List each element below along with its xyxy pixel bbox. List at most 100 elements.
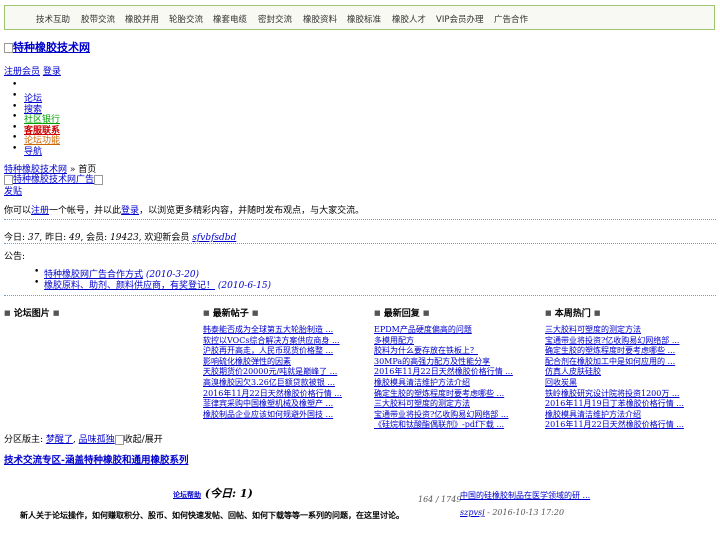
list-item[interactable]: 确定生胶的塑炼程度时要考虑哪些 ... [374, 389, 513, 400]
list-item[interactable]: 铁岭橡胶研究设计院将投资1200万 ... [545, 389, 684, 400]
divider [4, 219, 716, 220]
list-item[interactable]: 宝通带业将投资?亿收购易幻网络部 ... [545, 336, 684, 347]
topnav-link[interactable]: 橡套电缆 [213, 13, 247, 25]
list-item[interactable]: 高溴橡胶因欠3.26亿巨额贷款被银 ... [203, 378, 342, 389]
ad-alt-text[interactable]: 特种橡胶技术网广告 [13, 175, 94, 185]
section-label: 最新回复 [383, 309, 420, 319]
list-item[interactable]: 《硅烷和钛酸酯偶联剂》-pdf下载 ... [374, 420, 513, 431]
zone-title-link[interactable]: 技术交流专区-涵盖特种橡胶和通用橡胶系列 [4, 455, 188, 466]
login-link[interactable]: 登录 [121, 206, 139, 216]
section-title-hot: ■ 本周热门 ■ [545, 306, 601, 319]
last-post-date: - 2016-10-13 17:20 [484, 508, 565, 517]
list-item[interactable]: 天胶期货价20000元/吨就是巅峰了 ... [203, 367, 342, 378]
square-icon: ■ [251, 308, 259, 317]
list-item[interactable]: 30MPa的高强力配方及性能分享 [374, 357, 513, 368]
forum-name-row: 论坛帮助 (今日: 1) [173, 485, 253, 501]
list-item[interactable]: 三大胶料可塑度的测定方法 [545, 325, 684, 336]
register-link[interactable]: 注册会员 [4, 67, 40, 77]
last-post-link[interactable]: 中国的硅橡胶制品在医学领域的研 ... [460, 491, 590, 500]
collapse-toggle[interactable]: 收起/展开 [124, 435, 163, 445]
list-item[interactable]: 橡胶模具清洁维护方法介绍 [374, 378, 513, 389]
topnav-link[interactable]: 橡胶人才 [392, 13, 426, 25]
square-icon: ■ [545, 308, 552, 317]
topnav-link[interactable]: 技术互助 [36, 13, 70, 25]
moderator-link[interactable]: 品味孤独 [79, 435, 115, 445]
forum-name-link[interactable]: 论坛帮助 [173, 490, 201, 499]
list-item[interactable]: 2016年11月22日天然橡胶价格行情 ... [545, 420, 684, 431]
empty-bullet: • [12, 80, 18, 90]
list-item[interactable]: 仿真人皮肤硅胶 [545, 367, 684, 378]
topnav-link[interactable]: 密封交流 [258, 13, 292, 25]
zone-title: 技术交流专区-涵盖特种橡胶和通用橡胶系列 [4, 452, 188, 466]
last-post-meta: szpvsj - 2016-10-13 17:20 [460, 508, 564, 517]
login-link[interactable]: 登录 [43, 67, 61, 77]
list-item[interactable]: 配合剂在橡胶加工中是如何应用的 ... [545, 357, 684, 368]
list-item[interactable]: 宝通带业将投资?亿收购易幻网络部 ... [374, 410, 513, 421]
list-item[interactable]: EPDM产品硬度偏高的问题 [374, 325, 513, 336]
stats-label: 今日: [4, 233, 28, 243]
list-item[interactable]: 多模用配方 [374, 336, 513, 347]
register-link[interactable]: 注册 [31, 206, 49, 216]
broken-image-icon [4, 43, 13, 53]
site-logo[interactable]: 特种橡胶技术网 [4, 39, 90, 55]
hot-list: 三大胶料可塑度的测定方法 宝通带业将投资?亿收购易幻网络部 ... 确定生胶的塑… [545, 325, 684, 431]
welcome-text: 一个帐号，并以此 [49, 206, 122, 216]
stats-label: , 会员: [80, 233, 111, 243]
bullet-icon: • [34, 267, 40, 277]
forum-description: 新人关于论坛操作，如何赚取积分、股币、如何快速发帖、回帖、如何下载等等一系列的问… [20, 511, 404, 520]
new-posts-list: 韩泰能否成为全球第五大轮胎制造 ... 软控以VOCs综合解决方案供应商身 ..… [203, 325, 342, 420]
topnav-link[interactable]: 广告合作 [494, 13, 528, 25]
topnav-link[interactable]: 轮胎交流 [169, 13, 203, 25]
topnav-link[interactable]: 橡胶资料 [303, 13, 337, 25]
new-post-button[interactable]: 发贴 [4, 187, 22, 197]
topnav-link[interactable]: 橡胶标准 [347, 13, 381, 25]
moderator-link[interactable]: 梦醒了 [46, 435, 73, 445]
list-item[interactable]: 沪胶再开高走，人民币现货价格整 ... [203, 346, 342, 357]
announcement-link[interactable]: 橡胶原料、助剂、颜料供应商，有奖登记！ [44, 281, 215, 291]
divider [4, 243, 716, 244]
stats-members: 19423 [110, 233, 139, 243]
list-item[interactable]: 菲律宾采购中国橡塑机械及橡塑产 ... [203, 399, 342, 410]
list-item[interactable]: 确定生胶的塑炼程度时要考虑哪些 ... [545, 346, 684, 357]
section-title-new-posts: ■ 最新帖子 ■ [203, 306, 259, 319]
square-icon: ■ [422, 308, 430, 317]
stats-label: , 昨日: [39, 233, 69, 243]
topnav-link[interactable]: 胶带交流 [81, 13, 115, 25]
section-label: 最新帖子 [212, 309, 249, 319]
announcement-item: • 橡胶原料、助剂、颜料供应商，有奖登记！ (2010-6-15) [34, 278, 271, 291]
new-replies-list: EPDM产品硬度偏高的问题 多模用配方 胶料为什么要存放在铁板上？ 30MPa的… [374, 325, 513, 431]
list-item[interactable]: 胶料为什么要存放在铁板上？ [374, 346, 513, 357]
welcome-message: 你可以注册一个帐号，并以此登录，以浏览更多精彩内容，并随时发布观点，与大家交流。 [4, 203, 364, 216]
list-item[interactable]: 2016年11月22日天然橡胶价格行情 ... [374, 367, 513, 378]
last-post-user[interactable]: szpvsj [460, 508, 485, 517]
section-title-pics: ■ 论坛图片 ■ [4, 306, 60, 319]
topnav-link[interactable]: VIP会员办理 [436, 13, 483, 25]
collapse-icon[interactable] [114, 434, 124, 445]
stats-today: 37 [27, 233, 40, 243]
square-icon: ■ [52, 308, 60, 317]
list-item[interactable]: 2016年11月22日天然橡胶价格行情 ... [203, 389, 342, 400]
list-item[interactable]: 影响硫化橡胶弹性的因素 [203, 357, 342, 368]
last-post-title-row: 中国的硅橡胶制品在医学领域的研 ... [460, 490, 590, 501]
auth-links: 注册会员 登录 [4, 64, 61, 77]
square-icon: ■ [374, 308, 381, 317]
broken-image-icon [94, 174, 104, 185]
list-item[interactable]: 三大胶料可塑度的测定方法 [374, 399, 513, 410]
section-label: 本周热门 [554, 309, 591, 319]
list-item[interactable]: 橡胶模具清洁维护方法介绍 [545, 410, 684, 421]
list-item[interactable]: 回收炭黑 [545, 378, 684, 389]
moderators-label: 分区版主: [4, 435, 46, 445]
section-title-new-replies: ■ 最新回复 ■ [374, 306, 430, 319]
square-icon: ■ [593, 308, 601, 317]
list-item[interactable]: 橡胶制品企业应该如何规避外国技 ... [203, 410, 342, 421]
menu-nav[interactable]: 导航 [24, 147, 42, 157]
list-item[interactable]: 2016年11月19日丁苯橡胶价格行情 ... [545, 399, 684, 410]
topnav-link[interactable]: 橡胶并用 [125, 13, 159, 25]
newest-member-link[interactable]: sfvbfsdbd [192, 233, 236, 243]
announce-label: 公告: [4, 252, 26, 262]
forum-stats: 今日: 37, 昨日: 49, 会员: 19423, 欢迎新会员 sfvbfsd… [4, 230, 236, 243]
list-item[interactable]: 软控以VOCs综合解决方案供应商身 ... [203, 336, 342, 347]
forum-counts: 164 / 1749 [418, 495, 462, 504]
forum-today-count: (今日: 1) [201, 487, 253, 500]
list-item[interactable]: 韩泰能否成为全球第五大轮胎制造 ... [203, 325, 342, 336]
